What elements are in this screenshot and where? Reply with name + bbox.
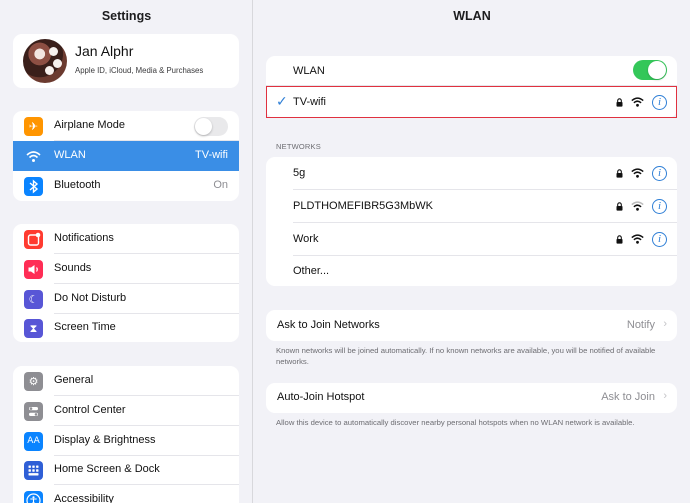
chevron-right-icon: › [663,390,667,402]
sounds-icon [24,260,43,279]
wlan-toggle-row: WLAN [266,56,677,86]
sidebar-item-home-screen-dock[interactable]: Home Screen & Dock [13,455,239,485]
wifi-icon [24,147,43,166]
display-icon: AA [24,432,43,451]
sidebar-item-label: Sounds [54,262,92,274]
wifi-signal-icon [631,234,644,244]
networks-list: 5g i PLDTHOMEFIBR5G3MbWK i Work i Other.… [266,157,677,286]
wifi-signal-icon [631,168,644,178]
network-row[interactable]: 5g i [266,157,677,190]
airplane-mode-toggle[interactable] [194,117,228,136]
ask-to-join-row[interactable]: Ask to Join Networks Notify › [266,310,677,341]
sidebar-item-label: Display & Brightness [54,434,156,446]
auto-join-row[interactable]: Auto-Join Hotspot Ask to Join › [266,383,677,413]
home-screen-icon [24,461,43,480]
sidebar-item-accessibility[interactable]: Accessibility [13,485,239,503]
profile-name: Jan Alphr [75,43,134,59]
sidebar-item-label: Airplane Mode [54,119,125,131]
auto-join-card: Auto-Join Hotspot Ask to Join › [266,383,677,413]
wlan-toggle[interactable] [633,60,667,80]
network-row[interactable]: PLDTHOMEFIBR5G3MbWK i [266,190,677,223]
ask-to-join-card: Ask to Join Networks Notify › [266,310,677,341]
auto-join-label: Auto-Join Hotspot [277,391,365,403]
gear-icon: ⚙ [24,372,43,391]
sidebar-item-label: WLAN [54,149,86,161]
sidebar-item-value: On [213,179,228,191]
sidebar-item-label: Home Screen & Dock [54,463,160,475]
sidebar-item-screen-time[interactable]: ⧗ Screen Time [13,313,239,342]
sidebar-title: Settings [101,9,152,23]
apple-id-profile[interactable]: Jan Alphr Apple ID, iCloud, Media & Purc… [13,34,239,88]
sidebar-item-bluetooth[interactable]: Bluetooth On [13,171,239,201]
profile-subtitle: Apple ID, iCloud, Media & Purchases [75,66,204,75]
auto-join-footnote: Allow this device to automatically disco… [276,418,635,427]
wlan-detail-pane: WLAN WLAN ✓ TV-wifi i NETWORKS 5g i PLDT… [254,0,690,503]
sidebar-item-wlan[interactable]: WLAN TV-wifi [13,141,239,171]
hourglass-icon: ⧗ [24,319,43,338]
ask-to-join-footnote: Known networks will be joined automatica… [276,346,656,366]
airplane-icon: ✈ [24,117,43,136]
networks-header: NETWORKS [276,142,321,151]
info-icon[interactable]: i [652,166,667,181]
control-center-icon [24,402,43,421]
sidebar-item-label: Bluetooth [54,179,101,191]
general-group: ⚙ General Control Center AA Display & Br… [13,366,239,503]
wifi-signal-icon [631,201,644,211]
sidebar-item-label: Notifications [54,232,114,244]
lock-icon [616,169,623,178]
chevron-right-icon: › [663,318,667,330]
network-name: Work [293,233,319,245]
wlan-label: WLAN [293,65,325,77]
sidebar-item-sounds[interactable]: Sounds [13,254,239,284]
sidebar-item-label: Screen Time [54,321,116,333]
avatar [23,39,67,83]
info-icon[interactable]: i [652,199,667,214]
network-name: PLDTHOMEFIBR5G3MbWK [293,200,433,212]
sidebar-item-general[interactable]: ⚙ General [13,366,239,396]
sidebar-item-label: General [54,374,94,386]
ask-to-join-label: Ask to Join Networks [277,319,380,331]
other-network-label: Other... [293,265,330,277]
sidebar-item-label: Accessibility [54,493,114,503]
settings-sidebar: Settings Jan Alphr Apple ID, iCloud, Med… [0,0,253,503]
info-icon[interactable]: i [652,232,667,247]
lock-icon [616,202,623,211]
network-name: 5g [293,167,306,179]
network-row[interactable]: Work i [266,223,677,256]
sidebar-item-display-brightness[interactable]: AA Display & Brightness [13,426,239,456]
sidebar-item-notifications[interactable]: Notifications [13,224,239,254]
current-network-highlight [266,86,677,118]
accessibility-icon [24,491,43,503]
sidebar-item-do-not-disturb[interactable]: ☾ Do Not Disturb [13,284,239,314]
connectivity-group: ✈ Airplane Mode WLAN TV-wifi Bluetooth O… [13,111,239,201]
sidebar-item-control-center[interactable]: Control Center [13,396,239,426]
page-title: WLAN [453,9,491,23]
bluetooth-icon [24,177,43,196]
auto-join-value: Ask to Join [601,391,655,403]
sidebar-item-value: TV-wifi [195,149,228,161]
ask-to-join-value: Notify [626,319,655,331]
notifications-icon [24,230,43,249]
other-network-row[interactable]: Other... [266,256,677,286]
moon-icon: ☾ [24,290,43,309]
sidebar-item-label: Do Not Disturb [54,292,127,304]
sidebar-item-airplane-mode[interactable]: ✈ Airplane Mode [13,111,239,141]
lock-icon [616,235,623,244]
sidebar-item-label: Control Center [54,404,126,416]
notifications-group: Notifications Sounds ☾ Do Not Disturb ⧗ … [13,224,239,342]
